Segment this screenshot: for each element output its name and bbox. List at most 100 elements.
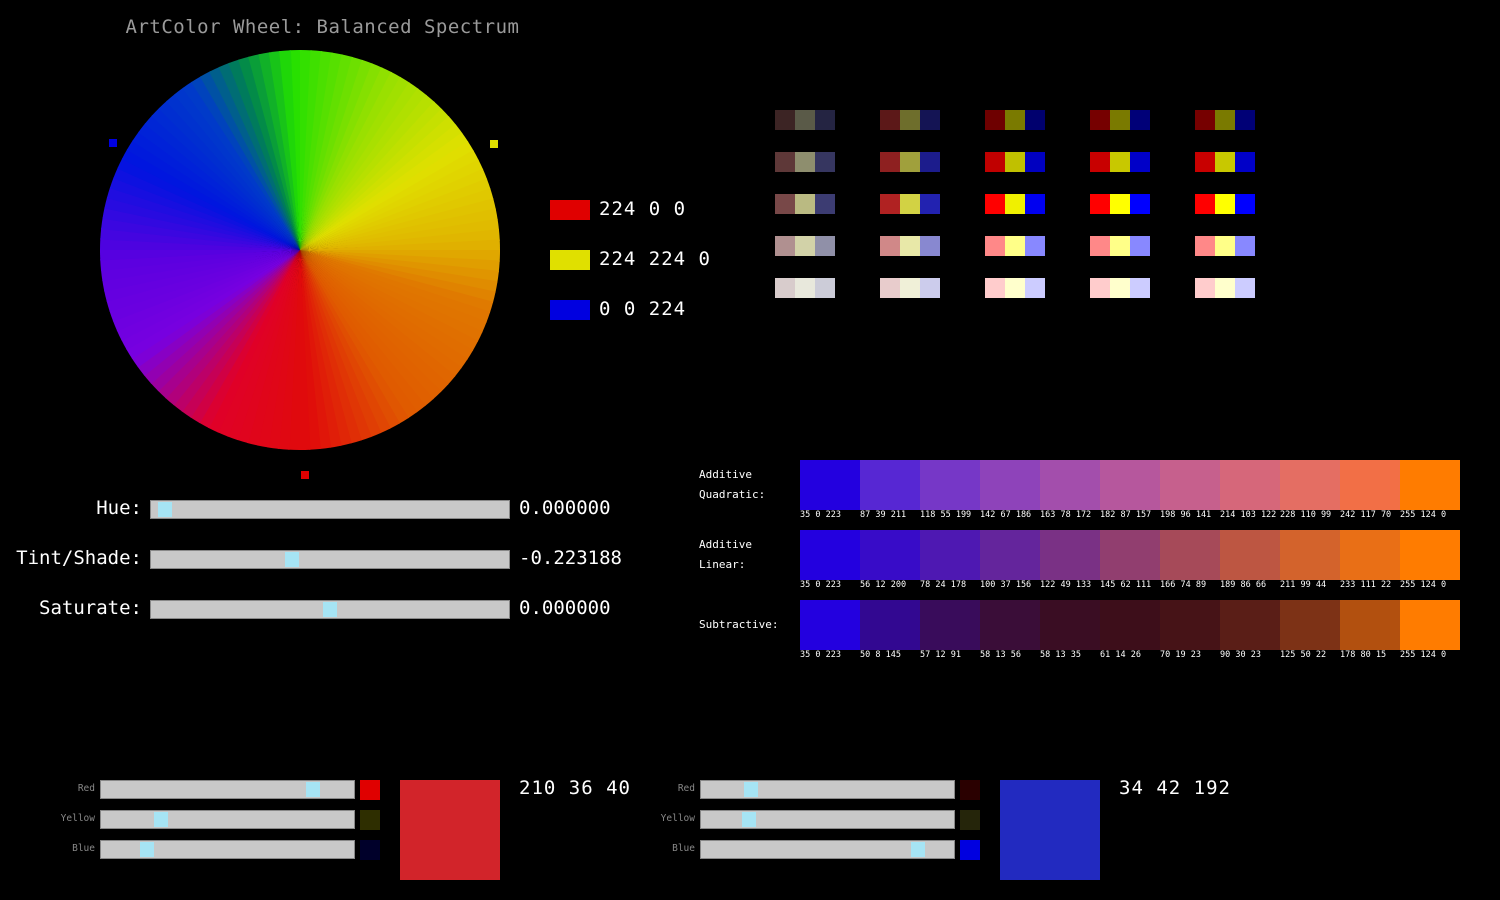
palette-swatch[interactable] — [880, 278, 900, 298]
gradient-swatch[interactable] — [860, 460, 920, 510]
palette-swatch[interactable] — [795, 278, 815, 298]
gradient-swatch[interactable] — [1400, 600, 1460, 650]
gradient-swatch[interactable] — [860, 600, 920, 650]
palette-swatch[interactable] — [1215, 110, 1235, 130]
gradient-swatch[interactable] — [800, 600, 860, 650]
palette-swatch[interactable] — [1025, 278, 1045, 298]
gradient-swatch[interactable] — [1040, 460, 1100, 510]
gradient-swatch[interactable] — [980, 460, 1040, 510]
gradient-swatch[interactable] — [1160, 460, 1220, 510]
gradient-swatch[interactable] — [920, 460, 980, 510]
gradient-swatch[interactable] — [800, 460, 860, 510]
palette-swatch[interactable] — [795, 110, 815, 130]
gradient-swatch[interactable] — [1220, 460, 1280, 510]
palette-swatch[interactable] — [775, 110, 795, 130]
palette-swatch[interactable] — [815, 110, 835, 130]
gradient-swatch[interactable] — [920, 530, 980, 580]
palette-swatch[interactable] — [1195, 110, 1215, 130]
palette-swatch[interactable] — [815, 152, 835, 172]
palette-swatch[interactable] — [1235, 152, 1255, 172]
palette-swatch[interactable] — [1005, 110, 1025, 130]
palette-swatch[interactable] — [775, 194, 795, 214]
palette-swatch[interactable] — [1025, 236, 1045, 256]
palette-swatch[interactable] — [880, 152, 900, 172]
palette-swatch[interactable] — [795, 152, 815, 172]
palette-swatch[interactable] — [1090, 152, 1110, 172]
palette-swatch[interactable] — [1110, 278, 1130, 298]
palette-swatch[interactable] — [1025, 152, 1045, 172]
wheel-marker-red[interactable] — [301, 471, 309, 479]
palette-swatch[interactable] — [920, 278, 940, 298]
palette-swatch[interactable] — [1090, 194, 1110, 214]
palette-swatch[interactable] — [900, 236, 920, 256]
slider-thumb[interactable] — [285, 552, 300, 567]
palette-swatch[interactable] — [795, 194, 815, 214]
palette-swatch[interactable] — [1215, 152, 1235, 172]
gradient-swatch[interactable] — [800, 530, 860, 580]
palette-swatch[interactable] — [985, 278, 1005, 298]
palette-swatch[interactable] — [1130, 194, 1150, 214]
mixer-slider[interactable] — [700, 780, 955, 799]
slider-track[interactable] — [150, 600, 510, 619]
gradient-swatch[interactable] — [1220, 600, 1280, 650]
palette-swatch[interactable] — [985, 236, 1005, 256]
gradient-swatch[interactable] — [1160, 600, 1220, 650]
gradient-swatch[interactable] — [1100, 600, 1160, 650]
gradient-swatch[interactable] — [1040, 530, 1100, 580]
palette-swatch[interactable] — [1130, 152, 1150, 172]
mixer-thumb[interactable] — [305, 782, 320, 797]
palette-swatch[interactable] — [1195, 278, 1215, 298]
palette-swatch[interactable] — [1195, 236, 1215, 256]
palette-swatch[interactable] — [1130, 278, 1150, 298]
palette-swatch[interactable] — [1215, 236, 1235, 256]
palette-swatch[interactable] — [1090, 110, 1110, 130]
palette-swatch[interactable] — [920, 110, 940, 130]
palette-swatch[interactable] — [1235, 278, 1255, 298]
gradient-swatch[interactable] — [1400, 460, 1460, 510]
palette-swatch[interactable] — [1130, 110, 1150, 130]
palette-swatch[interactable] — [880, 236, 900, 256]
palette-swatch[interactable] — [1110, 110, 1130, 130]
mixer-slider[interactable] — [700, 840, 955, 859]
gradient-swatch[interactable] — [1160, 530, 1220, 580]
palette-swatch[interactable] — [815, 194, 835, 214]
gradient-swatch[interactable] — [1280, 460, 1340, 510]
mixer-thumb[interactable] — [744, 782, 759, 797]
palette-swatch[interactable] — [1235, 236, 1255, 256]
palette-swatch[interactable] — [1005, 236, 1025, 256]
gradient-swatch[interactable] — [980, 530, 1040, 580]
mixer-thumb[interactable] — [741, 812, 756, 827]
palette-swatch[interactable] — [1195, 194, 1215, 214]
slider-thumb[interactable] — [323, 602, 337, 617]
gradient-swatch[interactable] — [980, 600, 1040, 650]
gradient-swatch[interactable] — [1220, 530, 1280, 580]
mixer-slider[interactable] — [100, 840, 355, 859]
gradient-swatch[interactable] — [1400, 530, 1460, 580]
gradient-swatch[interactable] — [1100, 460, 1160, 510]
mixer-slider[interactable] — [100, 780, 355, 799]
gradient-swatch[interactable] — [1340, 530, 1400, 580]
mixer-slider[interactable] — [100, 810, 355, 829]
palette-swatch[interactable] — [900, 278, 920, 298]
gradient-swatch[interactable] — [920, 600, 980, 650]
mixer-thumb[interactable] — [139, 842, 154, 857]
palette-swatch[interactable] — [815, 278, 835, 298]
palette-swatch[interactable] — [775, 236, 795, 256]
palette-swatch[interactable] — [1215, 278, 1235, 298]
palette-swatch[interactable] — [1110, 236, 1130, 256]
palette-swatch[interactable] — [900, 194, 920, 214]
palette-swatch[interactable] — [1005, 152, 1025, 172]
slider-track[interactable] — [150, 500, 510, 519]
palette-swatch[interactable] — [920, 194, 940, 214]
color-wheel[interactable] — [100, 50, 500, 450]
gradient-swatch[interactable] — [860, 530, 920, 580]
palette-swatch[interactable] — [1110, 194, 1130, 214]
gradient-swatch[interactable] — [1340, 460, 1400, 510]
palette-swatch[interactable] — [1235, 110, 1255, 130]
palette-swatch[interactable] — [900, 152, 920, 172]
gradient-swatch[interactable] — [1340, 600, 1400, 650]
palette-swatch[interactable] — [900, 110, 920, 130]
palette-swatch[interactable] — [1025, 110, 1045, 130]
gradient-swatch[interactable] — [1280, 600, 1340, 650]
palette-swatch[interactable] — [775, 152, 795, 172]
